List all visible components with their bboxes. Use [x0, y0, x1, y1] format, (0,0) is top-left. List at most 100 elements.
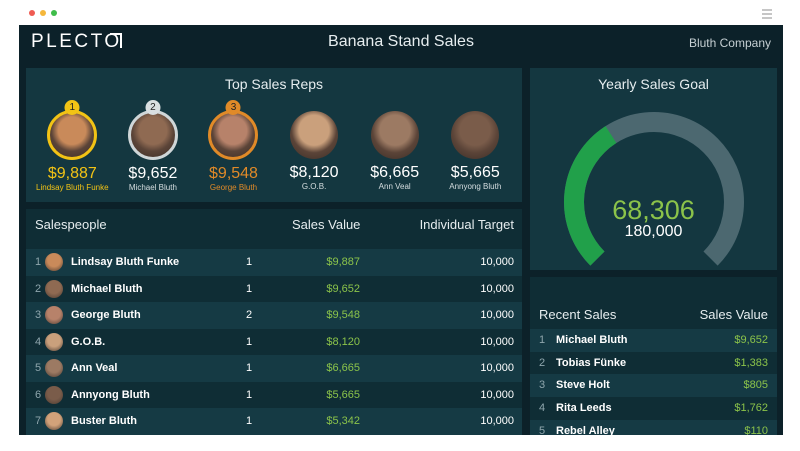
table-row[interactable]: 3 George Bluth 2 $9,548 10,000: [26, 302, 522, 329]
customer-name: Tobias Fünke: [556, 356, 627, 369]
header-individual-target: Individual Target: [419, 217, 514, 232]
sale-value: $1,762: [734, 402, 768, 415]
sales-value: $5,342: [326, 415, 360, 427]
list-item[interactable]: 4 Rita Leeds $1,762: [530, 397, 777, 420]
row-number: 7: [35, 415, 42, 427]
salesperson-name: Lindsay Bluth Funke: [71, 256, 180, 268]
individual-target: 10,000: [480, 282, 514, 295]
top-rep-card[interactable]: $8,120 G.O.B.: [274, 94, 355, 192]
goal-value: 68,306: [612, 195, 695, 225]
top-rep-card[interactable]: 2 $9,652 Michael Bluth: [113, 94, 194, 192]
individual-target: 10,000: [480, 256, 514, 268]
avatar: [127, 110, 178, 160]
rep-name: G.O.B.: [301, 182, 327, 191]
salesperson-name: Buster Bluth: [71, 415, 137, 427]
sale-value: $9,652: [734, 334, 768, 346]
avatar: [45, 359, 63, 377]
rep-sales-value: $9,548: [209, 165, 258, 182]
individual-target: 10,000: [480, 335, 514, 348]
sale-value: $805: [743, 379, 768, 392]
top-rep-card[interactable]: 3 $9,548 George Bluth: [193, 94, 274, 192]
salespeople-panel: Salespeople Sales Value Individual Targe…: [26, 209, 522, 435]
top-rep-card[interactable]: $6,665 Ann Veal: [354, 94, 435, 192]
sales-count: 1: [246, 388, 253, 401]
list-item[interactable]: 3 Steve Holt $805: [530, 374, 777, 398]
rank-badge: 1: [64, 100, 80, 115]
avatar: [45, 306, 63, 324]
row-number: 5: [539, 424, 546, 435]
dashboard: PLECTO Banana Stand Sales Bluth Company …: [19, 25, 783, 435]
goal-target: 180,000: [624, 223, 683, 240]
minimize-dot[interactable]: [40, 10, 46, 16]
hamburger-menu-icon[interactable]: [762, 9, 772, 21]
individual-target: 10,000: [480, 415, 514, 427]
salesperson-name: Ann Veal: [71, 362, 118, 374]
table-row[interactable]: 4 G.O.B. 1 $8,120 10,000: [26, 329, 522, 356]
rep-sales-value: $9,652: [128, 165, 178, 182]
avatar: [45, 385, 63, 404]
salesperson-name: Michael Bluth: [71, 282, 143, 295]
list-item[interactable]: 1 Michael Bluth $9,652: [530, 329, 777, 352]
reps-list: 1 $9,887 Lindsay Bluth Funke 2 $9,652 Michael…: [32, 94, 516, 192]
maximize-dot[interactable]: [51, 10, 57, 16]
avatar: [45, 332, 63, 351]
sales-value: $9,652: [326, 282, 360, 295]
table-row[interactable]: 6 Annyong Bluth 1 $5,665 10,000: [26, 382, 522, 409]
dashboard-title: Banana Stand Sales: [328, 33, 474, 50]
table-header: Recent Sales Sales Value: [539, 307, 768, 322]
row-number: 5: [35, 362, 42, 374]
sales-count: 1: [246, 282, 253, 295]
row-number: 1: [539, 334, 546, 346]
rep-name: Lindsay Bluth Funke: [36, 183, 109, 192]
avatar: [208, 110, 259, 160]
panel-title: Top Sales Reps: [224, 76, 324, 92]
avatar: [370, 111, 419, 159]
avatar: [45, 412, 63, 430]
top-rep-card[interactable]: $5,665 Annyong Bluth: [435, 94, 516, 192]
individual-target: 10,000: [480, 362, 514, 374]
header-sales-value: Sales Value: [292, 217, 361, 232]
sales-value: $6,665: [326, 362, 360, 374]
sales-value: $5,665: [326, 388, 360, 401]
rep-name: Annyong Bluth: [449, 182, 502, 191]
row-number: 4: [35, 335, 42, 348]
avatar: [290, 111, 339, 159]
salespeople-rows: 1 Lindsay Bluth Funke 1 $9,887 10,000 2 Michae…: [26, 249, 522, 435]
sales-count: 1: [246, 362, 253, 374]
customer-name: Steve Holt: [556, 379, 610, 392]
row-number: 4: [539, 402, 546, 415]
row-number: 3: [539, 379, 546, 392]
individual-target: 10,000: [480, 388, 514, 401]
customer-name: Rebel Alley: [556, 424, 615, 435]
sales-value: $8,120: [326, 335, 360, 348]
table-row[interactable]: 2 Michael Bluth 1 $9,652 10,000: [26, 276, 522, 303]
rep-sales-value: $6,665: [370, 164, 420, 181]
rank-badge: 2: [145, 100, 161, 115]
close-dot[interactable]: [29, 10, 35, 16]
table-row[interactable]: 7 Buster Bluth 1 $5,342 10,000: [26, 408, 522, 435]
sales-count: 1: [246, 335, 253, 348]
top-rep-card[interactable]: 1 $9,887 Lindsay Bluth Funke: [32, 94, 113, 192]
avatar: [45, 279, 63, 298]
sales-count: 1: [246, 415, 253, 427]
row-number: 6: [35, 388, 42, 401]
list-item[interactable]: 2 Tobias Fünke $1,383: [530, 352, 777, 375]
rep-sales-value: $9,887: [47, 165, 97, 182]
table-header: Salespeople Sales Value Individual Targe…: [26, 217, 522, 237]
top-sales-reps-panel: Top Sales Reps 1 $9,887 Lindsay Bluth Funk…: [26, 68, 522, 202]
recent-sales-panel: Recent Sales Sales Value 1 Michael Bluth $…: [530, 277, 777, 435]
table-row[interactable]: 5 Ann Veal 1 $6,665 10,000: [26, 355, 522, 382]
rep-sales-value: $8,120: [289, 164, 339, 181]
header-recent-sales: Recent Sales: [539, 307, 617, 322]
sale-value: $110: [744, 424, 768, 435]
company-name: Bluth Company: [688, 36, 771, 50]
salesperson-name: George Bluth: [71, 309, 141, 321]
sales-count: 1: [246, 256, 253, 268]
sales-count: 2: [246, 309, 253, 321]
rep-name: George Bluth: [209, 183, 258, 192]
list-item[interactable]: 5 Rebel Alley $110: [530, 419, 777, 435]
table-row[interactable]: 1 Lindsay Bluth Funke 1 $9,887 10,000: [26, 249, 522, 276]
row-number: 1: [35, 256, 42, 268]
salesperson-name: Annyong Bluth: [71, 388, 150, 401]
sales-value: $9,887: [326, 256, 360, 268]
